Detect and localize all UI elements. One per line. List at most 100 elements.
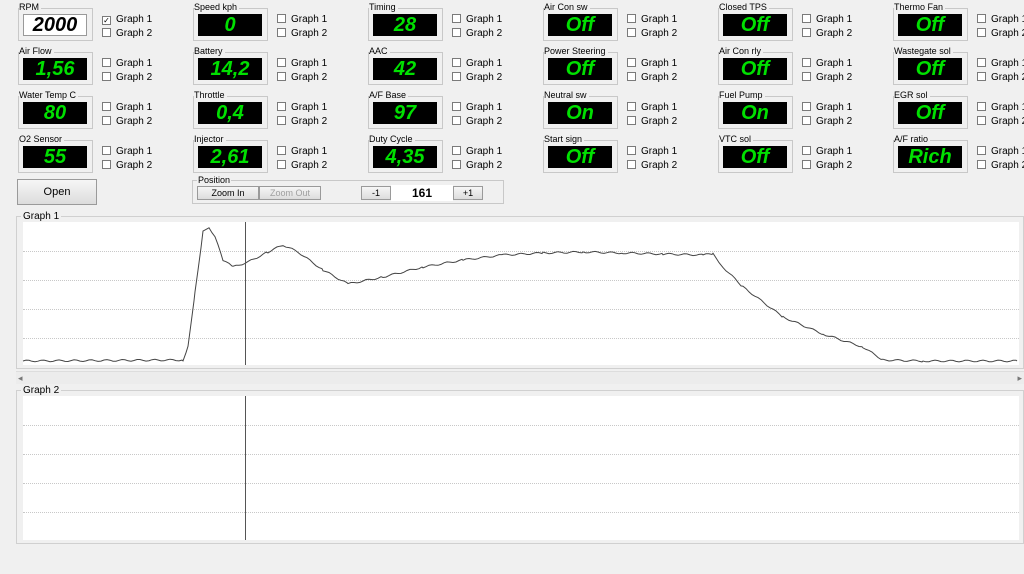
gauge-value: 0,4 [198, 102, 262, 124]
graph2-checkbox[interactable]: Graph 2 [102, 116, 152, 128]
checkbox-icon [627, 102, 636, 111]
graph2-checkbox[interactable]: Graph 2 [102, 160, 152, 172]
graph1-checkbox[interactable]: Graph 1 [627, 14, 677, 26]
checkbox-label: Graph 1 [291, 102, 328, 113]
graph2-checkbox[interactable]: Graph 2 [977, 28, 1024, 40]
checkbox-icon [102, 160, 111, 169]
checkbox-icon [102, 116, 111, 125]
position-value: 161 [391, 185, 453, 201]
graph2-checkbox[interactable]: Graph 2 [102, 72, 152, 84]
gauge-label: O2 Sensor [19, 134, 65, 144]
graph2-checkbox[interactable]: Graph 2 [627, 116, 677, 128]
graph1-checkbox[interactable]: Graph 1 [977, 146, 1024, 158]
checkbox-icon [277, 72, 286, 81]
checkbox-icon [802, 58, 811, 67]
checkbox-label: Graph 1 [991, 58, 1024, 69]
checkbox-icon [452, 146, 461, 155]
graph2-checkbox[interactable]: Graph 2 [977, 116, 1024, 128]
graph2-checkbox[interactable]: Graph 2 [977, 72, 1024, 84]
position-minus-button[interactable]: -1 [361, 186, 391, 200]
graph1-checkbox[interactable]: Graph 1 [977, 58, 1024, 70]
zoom-out-button[interactable]: Zoom Out [259, 186, 321, 200]
graph1-checkbox[interactable]: Graph 1 [627, 102, 677, 114]
graph1-checkbox[interactable]: Graph 1 [802, 58, 852, 70]
horizontal-scrollbar[interactable]: ◂ ▸ [16, 371, 1024, 384]
gauge-speed-kph: Speed kph 0 Graph 1 Graph 2 [193, 2, 363, 42]
checkbox-icon [627, 58, 636, 67]
graph1-checkbox[interactable]: Graph 1 [452, 58, 502, 70]
graph2-checkbox[interactable]: Graph 2 [277, 116, 327, 128]
position-plus-button[interactable]: +1 [453, 186, 483, 200]
checkbox-icon: ✓ [102, 16, 111, 25]
graph1-checkbox[interactable]: Graph 1 [802, 146, 852, 158]
checkbox-label: Graph 1 [116, 14, 153, 25]
graph1-checkbox[interactable]: Graph 1 [802, 102, 852, 114]
gauge-value: 28 [373, 14, 437, 36]
gauge-value: 2,61 [198, 146, 262, 168]
checkbox-label: Graph 1 [641, 146, 678, 157]
checkbox-label: Graph 2 [816, 160, 853, 171]
graph2-checkbox[interactable]: Graph 2 [802, 28, 852, 40]
zoom-in-button[interactable]: Zoom In [197, 186, 259, 200]
graph1-panel: Graph 1 [16, 211, 1024, 369]
graph2-checkbox[interactable]: Graph 2 [277, 160, 327, 172]
graph2-checkbox[interactable]: Graph 2 [627, 28, 677, 40]
graph1-checkbox[interactable]: Graph 1 [277, 102, 327, 114]
graph1-checkbox[interactable]: Graph 1 [102, 58, 152, 70]
checkbox-icon [102, 102, 111, 111]
graph2-checkbox[interactable]: Graph 2 [277, 28, 327, 40]
graph1-checkbox[interactable]: Graph 1 [627, 146, 677, 158]
gauge-value: 0 [198, 14, 262, 36]
gauge-air-flow: Air Flow 1,56 Graph 1 Graph 2 [18, 46, 188, 86]
graph1-checkbox[interactable]: Graph 1 [277, 58, 327, 70]
gauge-power-steering: Power Steering Off Graph 1 Graph 2 [543, 46, 713, 86]
graph2-checkbox[interactable]: Graph 2 [627, 72, 677, 84]
graph1-cursor[interactable] [245, 222, 246, 365]
checkbox-icon [277, 116, 286, 125]
graph1-checkbox[interactable]: Graph 1 [102, 146, 152, 158]
graph2-checkbox[interactable]: Graph 2 [452, 160, 502, 172]
checkbox-icon [452, 160, 461, 169]
graph2-checkbox[interactable]: Graph 2 [977, 160, 1024, 172]
graph1-checkbox[interactable]: Graph 1 [452, 14, 502, 26]
graph1-checkbox[interactable]: Graph 1 [452, 102, 502, 114]
graph2-checkbox[interactable]: Graph 2 [627, 160, 677, 172]
gauge-value: 14,2 [198, 58, 262, 80]
graph1-checkbox[interactable]: Graph 1 [627, 58, 677, 70]
graph2-plot [23, 396, 1019, 540]
graph1-plot [22, 222, 1019, 365]
checkbox-icon [627, 14, 636, 23]
graph2-checkbox[interactable]: Graph 2 [802, 160, 852, 172]
scroll-left-arrow[interactable]: ◂ [18, 372, 23, 384]
graph2-cursor[interactable] [245, 396, 246, 540]
graph2-checkbox[interactable]: Graph 2 [277, 72, 327, 84]
graph2-checkbox[interactable]: Graph 2 [452, 28, 502, 40]
graph1-checkbox[interactable]: ✓ Graph 1 [102, 14, 152, 26]
gauge-neutral-sw: Neutral sw On Graph 1 Graph 2 [543, 90, 713, 130]
graph1-checkbox[interactable]: Graph 1 [977, 102, 1024, 114]
scroll-right-arrow[interactable]: ▸ [1017, 372, 1022, 384]
graph1-checkbox[interactable]: Graph 1 [452, 146, 502, 158]
open-button[interactable]: Open [17, 179, 97, 205]
graph2-checkbox[interactable]: Graph 2 [452, 116, 502, 128]
gauge-throttle: Throttle 0,4 Graph 1 Graph 2 [193, 90, 363, 130]
gauge-egr-sol: EGR sol Off Graph 1 Graph 2 [893, 90, 1024, 130]
graph2-checkbox[interactable]: Graph 2 [102, 28, 152, 40]
graph2-checkbox[interactable]: Graph 2 [802, 72, 852, 84]
checkbox-label: Graph 2 [291, 72, 328, 83]
graph1-checkbox[interactable]: Graph 1 [977, 14, 1024, 26]
graph1-checkbox[interactable]: Graph 1 [102, 102, 152, 114]
checkbox-icon [802, 102, 811, 111]
gauge-label: Water Temp C [19, 90, 79, 100]
graph2-checkbox[interactable]: Graph 2 [802, 116, 852, 128]
checkbox-label: Graph 2 [466, 72, 503, 83]
checkbox-label: Graph 2 [641, 116, 678, 127]
gauge-duty-cycle: Duty Cycle 4,35 Graph 1 Graph 2 [368, 134, 538, 174]
graph1-checkbox[interactable]: Graph 1 [277, 14, 327, 26]
graph1-checkbox[interactable]: Graph 1 [277, 146, 327, 158]
checkbox-label: Graph 1 [991, 146, 1024, 157]
graph1-checkbox[interactable]: Graph 1 [802, 14, 852, 26]
gauge-value: Off [898, 102, 962, 124]
checkbox-label: Graph 2 [466, 160, 503, 171]
graph2-checkbox[interactable]: Graph 2 [452, 72, 502, 84]
